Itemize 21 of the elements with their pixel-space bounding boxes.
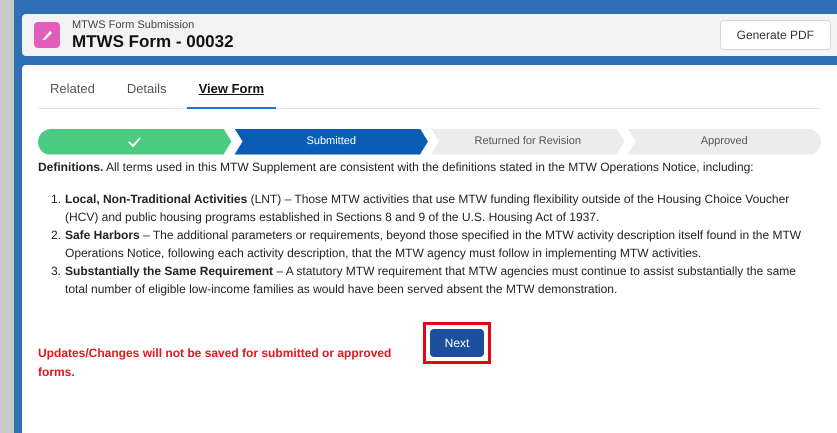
path-step[interactable]: Submitted: [234, 128, 428, 154]
check-icon: [128, 136, 142, 146]
list-number: 3.: [50, 262, 62, 280]
object-label: MTWS Form Submission: [72, 18, 196, 32]
warning-text: Updates/Changes will not be saved for submitted or approved forms.: [38, 344, 392, 380]
generate-pdf-button[interactable]: Generate PDF: [720, 20, 831, 50]
definition-text: Substantially the Same Requirement – A statutory MTW requirement that MTW agencies must continue to assist substantially the same total number of eligible low-income families as would have been served absent the MTW demonstration.: [65, 262, 797, 298]
definition-text: Safe Harbors – The additional parameters or requirements, beyond those specified in the MTW activity description itself found in the MTW Operations Notice, following each activity description, that the MTW agency must follow in implementing MTW activities.: [65, 226, 802, 262]
tab[interactable]: View Form: [186, 79, 276, 108]
path-step[interactable]: Approved: [628, 128, 821, 154]
definitions-intro: Definitions. All terms used in this MTW Supplement are consistent with the definitions stated in the MTW Operations Notice, including:: [38, 158, 755, 174]
pen-icon: [34, 22, 60, 48]
definition-text: Local, Non-Traditional Activities (LNT) – Those MTW activities that use MTW funding flexibility outside of the Housing Choice Voucher (HCV) and public housing programs established in Sections 8 and 9 of the U.S. Housing Act of 1937.: [65, 190, 790, 226]
tab[interactable]: Related: [38, 79, 107, 108]
record-title: MTWS Form - 00032: [72, 32, 234, 52]
path-step[interactable]: Returned for Revision: [431, 128, 624, 154]
path-step-complete[interactable]: [38, 128, 232, 154]
list-number: 2.: [50, 226, 62, 244]
tab[interactable]: Details: [114, 79, 179, 108]
next-button[interactable]: Next: [430, 328, 484, 356]
list-number: 1.: [50, 190, 62, 208]
